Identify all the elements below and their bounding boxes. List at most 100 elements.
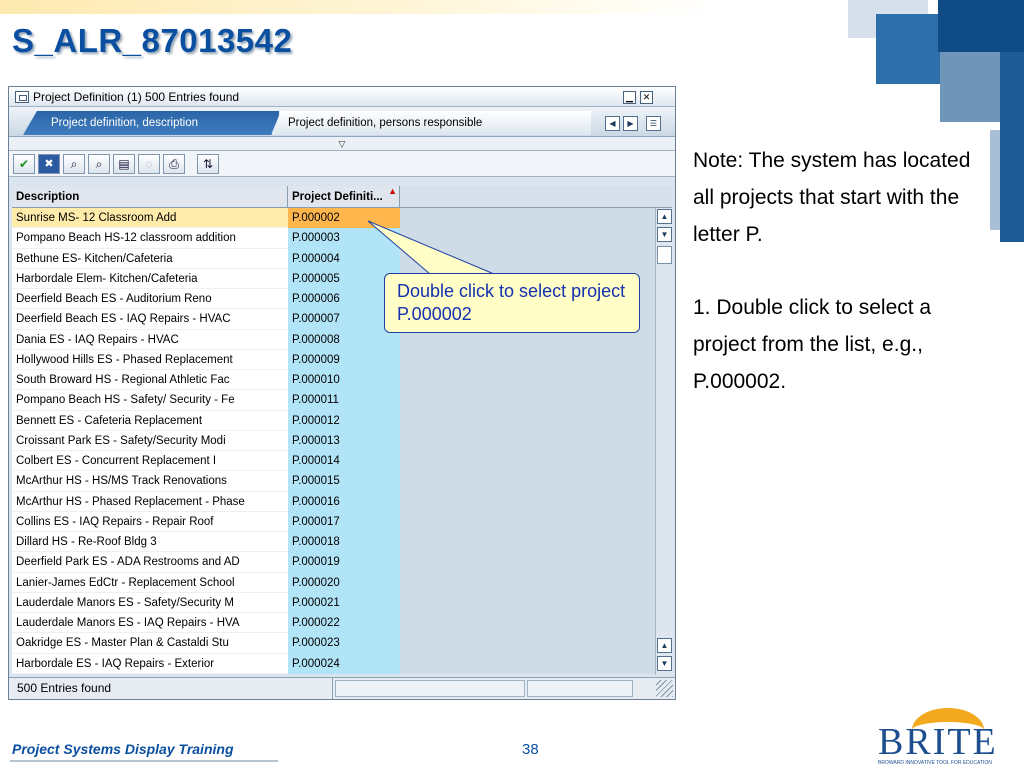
cell-project[interactable]: P.000020 xyxy=(288,572,400,593)
table-row[interactable]: Bennett ES - Cafeteria Replacement P.0000… xyxy=(12,410,672,431)
cell-project[interactable]: P.000013 xyxy=(288,430,400,451)
cell-description[interactable]: Pompano Beach HS-12 classroom addition xyxy=(12,228,288,249)
close-icon[interactable]: ✕ xyxy=(640,91,653,104)
cell-description[interactable]: Colbert ES - Concurrent Replacement I xyxy=(12,451,288,472)
cell-description[interactable]: Pompano Beach HS - Safety/ Security - Fe xyxy=(12,390,288,411)
decoration-block xyxy=(876,14,946,84)
cell-project[interactable]: P.000011 xyxy=(288,390,400,411)
cell-description[interactable]: Dania ES - IAQ Repairs - HVAC xyxy=(12,329,288,350)
table-row[interactable]: Dillard HS - Re-Roof Bldg 3 P.000018 xyxy=(12,532,672,553)
cell-description[interactable]: Lauderdale Manors ES - IAQ Repairs - HVA xyxy=(12,613,288,634)
info-icon[interactable]: ◌ xyxy=(138,153,160,174)
table-row[interactable]: Lanier-James EdCtr - Replacement School P… xyxy=(12,572,672,593)
cell-project[interactable]: P.000004 xyxy=(288,248,400,269)
scroll-down-icon[interactable]: ▼ xyxy=(657,227,672,242)
resize-grip-icon[interactable] xyxy=(656,680,673,697)
cell-filler xyxy=(400,511,672,532)
scroll-thumb[interactable] xyxy=(657,246,672,264)
cell-description[interactable]: Bennett ES - Cafeteria Replacement xyxy=(12,410,288,431)
table-row[interactable]: Colbert ES - Concurrent Replacement I P.0… xyxy=(12,451,672,472)
tab-scroll-left-icon[interactable]: ◀ xyxy=(605,116,620,131)
note-paragraph: Note: The system has located all project… xyxy=(693,149,971,246)
cell-description[interactable]: Croissant Park ES - Safety/Security Modi xyxy=(12,430,288,451)
cell-project[interactable]: P.000016 xyxy=(288,491,400,512)
cell-project[interactable]: P.000018 xyxy=(288,532,400,553)
cancel-icon[interactable]: ✖ xyxy=(38,153,60,174)
cell-description[interactable]: Oakridge ES - Master Plan & Castaldi Stu xyxy=(12,633,288,654)
cell-project[interactable]: P.000017 xyxy=(288,511,400,532)
tab-scroll-right-icon[interactable]: ▶ xyxy=(623,116,638,131)
cell-project[interactable]: P.000002 xyxy=(288,208,400,229)
cell-description[interactable]: Harbordale ES - IAQ Repairs - Exterior xyxy=(12,653,288,674)
cell-description[interactable]: Dillard HS - Re-Roof Bldg 3 xyxy=(12,532,288,553)
status-bar: 500 Entries found xyxy=(9,677,675,699)
cell-project[interactable]: P.000014 xyxy=(288,451,400,472)
table-row[interactable]: Collins ES - IAQ Repairs - Repair Roof P.… xyxy=(12,511,672,532)
cell-description[interactable]: Hollywood Hills ES - Phased Replacement xyxy=(12,349,288,370)
collapse-toggle[interactable]: ▽ xyxy=(9,137,675,151)
cell-description[interactable]: Collins ES - IAQ Repairs - Repair Roof xyxy=(12,511,288,532)
cell-filler xyxy=(400,390,672,411)
tab-list-icon[interactable]: ☰ xyxy=(646,116,661,131)
cell-project[interactable]: P.000023 xyxy=(288,633,400,654)
table-row[interactable]: Harbordale ES - IAQ Repairs - Exterior P.… xyxy=(12,653,672,674)
cell-description[interactable]: Bethune ES- Kitchen/Cafeteria xyxy=(12,248,288,269)
cell-project[interactable]: P.000010 xyxy=(288,370,400,391)
grid-header: Description Project Definiti... ▲ xyxy=(12,186,672,208)
cell-project[interactable]: P.000019 xyxy=(288,552,400,573)
scroll-up-icon[interactable]: ▲ xyxy=(657,209,672,224)
cell-description[interactable]: McArthur HS - Phased Replacement - Phase xyxy=(12,491,288,512)
table-row[interactable]: Bethune ES- Kitchen/Cafeteria P.000004 xyxy=(12,248,672,269)
table-row[interactable]: Lauderdale Manors ES - IAQ Repairs - HVA… xyxy=(12,613,672,634)
scroll-page-up-icon[interactable]: ▲ xyxy=(657,638,672,653)
column-header-project[interactable]: Project Definiti... ▲ xyxy=(288,186,400,207)
cell-filler xyxy=(400,552,672,573)
cell-project[interactable]: P.000015 xyxy=(288,471,400,492)
scroll-page-down-icon[interactable]: ▼ xyxy=(657,656,672,671)
find-next-icon[interactable]: ⌕ xyxy=(88,153,110,174)
minimize-icon[interactable]: ▁ xyxy=(623,91,636,104)
cell-description[interactable]: Lanier-James EdCtr - Replacement School xyxy=(12,572,288,593)
table-row[interactable]: Oakridge ES - Master Plan & Castaldi Stu… xyxy=(12,633,672,654)
table-row[interactable]: Hollywood Hills ES - Phased Replacement P… xyxy=(12,349,672,370)
table-row[interactable]: McArthur HS - Phased Replacement - Phase… xyxy=(12,491,672,512)
table-row[interactable]: McArthur HS - HS/MS Track Renovations P.0… xyxy=(12,471,672,492)
sort-icon[interactable]: ⇅ xyxy=(197,153,219,174)
cell-description[interactable]: Sunrise MS- 12 Classroom Add xyxy=(12,208,288,229)
cell-description[interactable]: Deerfield Park ES - ADA Restrooms and AD xyxy=(12,552,288,573)
check-icon[interactable]: ✔ xyxy=(13,153,35,174)
results-grid: Description Project Definiti... ▲ Sunris… xyxy=(12,186,672,674)
vertical-scrollbar[interactable]: ▲ ▼ ▲ ▼ xyxy=(655,208,673,675)
cell-description[interactable]: McArthur HS - HS/MS Track Renovations xyxy=(12,471,288,492)
cell-description[interactable]: Deerfield Beach ES - IAQ Repairs - HVAC xyxy=(12,309,288,330)
table-row[interactable]: Croissant Park ES - Safety/Security Modi… xyxy=(12,430,672,451)
table-row[interactable]: Pompano Beach HS-12 classroom addition P.… xyxy=(12,228,672,249)
table-row[interactable]: South Broward HS - Regional Athletic Fac… xyxy=(12,370,672,391)
print-icon[interactable]: ⎙ xyxy=(163,153,185,174)
cell-description[interactable]: South Broward HS - Regional Athletic Fac xyxy=(12,370,288,391)
cell-project[interactable]: P.000024 xyxy=(288,653,400,674)
cell-description[interactable]: Lauderdale Manors ES - Safety/Security M xyxy=(12,592,288,613)
cell-project[interactable]: P.000009 xyxy=(288,349,400,370)
tab-persons-responsible[interactable]: Project definition, persons responsible xyxy=(271,111,591,135)
cell-filler xyxy=(400,451,672,472)
table-row[interactable]: Pompano Beach HS - Safety/ Security - Fe… xyxy=(12,390,672,411)
table-row[interactable]: Lauderdale Manors ES - Safety/Security M… xyxy=(12,592,672,613)
status-segment xyxy=(527,680,633,697)
cell-description[interactable]: Deerfield Beach ES - Auditorium Reno xyxy=(12,289,288,310)
status-message: 500 Entries found xyxy=(9,678,333,699)
tab-description[interactable]: Project definition, description xyxy=(23,111,279,135)
column-header-description[interactable]: Description xyxy=(12,186,288,207)
table-row[interactable]: Deerfield Park ES - ADA Restrooms and AD… xyxy=(12,552,672,573)
cell-project[interactable]: P.000003 xyxy=(288,228,400,249)
export-icon[interactable]: ▤ xyxy=(113,153,135,174)
table-row[interactable]: Sunrise MS- 12 Classroom Add P.000002 xyxy=(12,208,672,229)
find-icon[interactable]: ⌕ xyxy=(63,153,85,174)
cell-filler xyxy=(400,349,672,370)
footer-rule xyxy=(10,760,278,762)
cell-project[interactable]: P.000008 xyxy=(288,329,400,350)
cell-project[interactable]: P.000012 xyxy=(288,410,400,431)
cell-project[interactable]: P.000022 xyxy=(288,613,400,634)
cell-project[interactable]: P.000021 xyxy=(288,592,400,613)
cell-description[interactable]: Harbordale Elem- Kitchen/Cafeteria xyxy=(12,268,288,289)
